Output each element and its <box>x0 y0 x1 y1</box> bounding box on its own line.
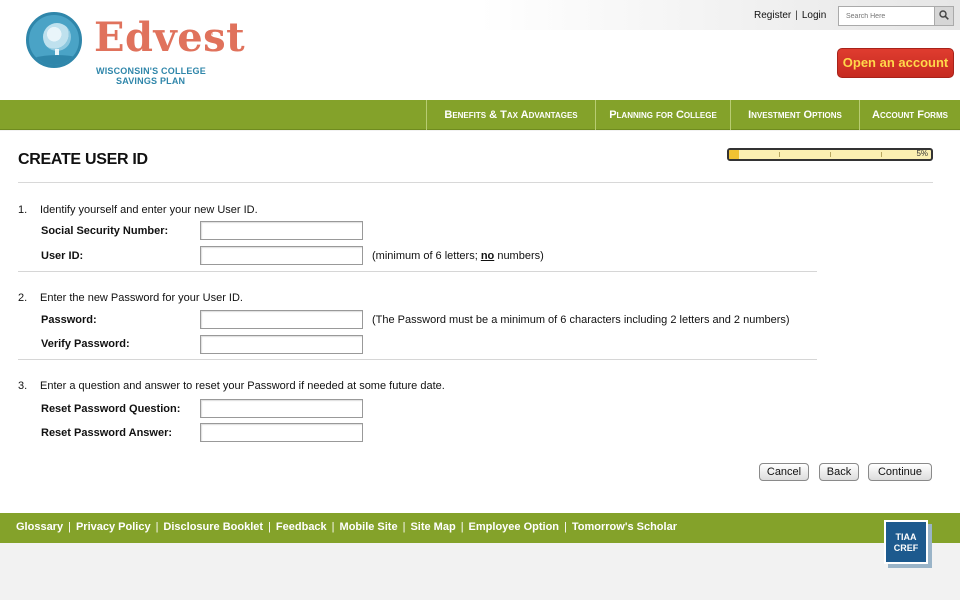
verify-password-field[interactable] <box>200 335 363 354</box>
footer-link-feedback[interactable]: Feedback <box>276 521 327 533</box>
page: Edvest ™ WISCONSIN'S COLLEGE SAVINGS PLA… <box>0 0 960 600</box>
footer-separator: | <box>68 521 71 533</box>
register-link[interactable]: Register <box>754 10 791 21</box>
section-divider <box>18 359 817 360</box>
footer-separator: | <box>331 521 335 533</box>
logo-tagline-line2: SAVINGS PLAN <box>116 76 186 86</box>
password-field[interactable] <box>200 310 363 329</box>
continue-button[interactable]: Continue <box>868 463 932 481</box>
footer-link-glossary[interactable]: Glossary <box>16 521 63 533</box>
search-input[interactable] <box>839 7 935 25</box>
password-label: Password: <box>41 314 97 326</box>
main-content: CREATE USER ID 5% 1. Identify yourself a… <box>0 131 960 510</box>
step-number: 3. <box>18 380 28 392</box>
nav-item-benefits[interactable]: Benefits & Tax Advantages <box>426 100 595 130</box>
title-divider <box>18 182 933 183</box>
header: Edvest ™ WISCONSIN'S COLLEGE SAVINGS PLA… <box>0 0 960 100</box>
progress-tick <box>881 152 882 157</box>
reset-answer-field[interactable] <box>200 423 363 442</box>
footer-link-mobile-site[interactable]: Mobile Site <box>340 521 398 533</box>
tree-canopy <box>43 23 71 51</box>
step-number: 1. <box>18 204 28 216</box>
logo-trademark: ™ <box>206 32 213 39</box>
step-number: 2. <box>18 292 28 304</box>
user-id-hint-suffix: numbers) <box>494 250 544 262</box>
step-text: Enter a question and answer to reset you… <box>40 380 445 392</box>
step-text: Enter the new Password for your User ID. <box>40 292 243 304</box>
edvest-logo[interactable]: Edvest ™ WISCONSIN'S COLLEGE SAVINGS PLA… <box>26 12 245 88</box>
ssn-label: Social Security Number: <box>41 225 169 237</box>
top-links-separator: | <box>795 10 798 21</box>
tree-logo-icon <box>26 12 82 68</box>
step-text: Identify yourself and enter your new Use… <box>40 204 258 216</box>
progress-tick <box>830 152 831 157</box>
footer: Glossary | Privacy Policy | Disclosure Bookl… <box>0 513 960 543</box>
reset-answer-label: Reset Password Answer: <box>41 427 173 439</box>
footer-separator: | <box>564 521 567 533</box>
page-title: CREATE USER ID <box>18 151 148 168</box>
progress-bar: 5% <box>727 148 933 161</box>
tiaa-line: TIAA <box>895 532 917 542</box>
footer-link-site-map[interactable]: Site Map <box>410 521 455 533</box>
progress-tick <box>779 152 780 157</box>
open-account-button[interactable]: Open an account <box>837 48 954 78</box>
footer-separator: | <box>155 521 159 533</box>
user-id-hint: (minimum of 6 letters; no numbers) <box>372 250 544 262</box>
user-id-hint-prefix: (minimum of 6 letters; <box>372 250 481 262</box>
logo-ground <box>29 55 79 65</box>
cancel-button[interactable]: Cancel <box>759 463 809 481</box>
verify-password-label: Verify Password: <box>41 338 130 350</box>
user-id-label: User ID: <box>41 250 84 262</box>
top-links: Register | Login <box>754 10 826 21</box>
search-button[interactable] <box>934 7 953 25</box>
footer-link-tomorrows-scholar[interactable]: Tomorrow's Scholar <box>572 521 677 533</box>
footer-links: Glossary | Privacy Policy | Disclosure Bookl… <box>16 521 677 533</box>
nav-item-account-forms[interactable]: Account Forms <box>859 100 960 130</box>
section-divider <box>18 271 817 272</box>
footer-link-employee-option[interactable]: Employee Option <box>469 521 559 533</box>
reset-question-label: Reset Password Question: <box>41 403 181 415</box>
search-icon <box>939 10 949 20</box>
search-box <box>838 6 954 26</box>
reset-question-field[interactable] <box>200 399 363 418</box>
back-button[interactable]: Back <box>819 463 859 481</box>
cref-line: CREF <box>893 543 919 553</box>
progress-fill <box>729 150 740 159</box>
footer-link-disclosure-booklet[interactable]: Disclosure Booklet <box>163 521 263 533</box>
logo-tagline-line1: WISCONSIN'S COLLEGE <box>96 66 206 76</box>
footer-separator: | <box>460 521 464 533</box>
nav-item-planning[interactable]: Planning for College <box>595 100 730 130</box>
footer-link-privacy-policy[interactable]: Privacy Policy <box>76 521 151 533</box>
ssn-field[interactable] <box>200 221 363 240</box>
logo-wordmark: Edvest <box>94 14 246 61</box>
login-link[interactable]: Login <box>802 10 826 21</box>
tiaa-cref-logo-badge: TIAA CREF <box>884 520 928 564</box>
tiaa-cref-logo[interactable]: TIAA CREF <box>884 520 932 568</box>
footer-separator: | <box>402 521 406 533</box>
user-id-field[interactable] <box>200 246 363 265</box>
footer-separator: | <box>268 521 271 533</box>
user-id-hint-emphasis: no <box>480 250 495 262</box>
main-nav: Benefits & Tax Advantages Planning for C… <box>0 100 960 130</box>
progress-percent-label: 5% <box>916 149 928 158</box>
password-hint: (The Password must be a minimum of 6 cha… <box>372 314 790 326</box>
nav-item-investment-options[interactable]: Investment Options <box>730 100 859 130</box>
